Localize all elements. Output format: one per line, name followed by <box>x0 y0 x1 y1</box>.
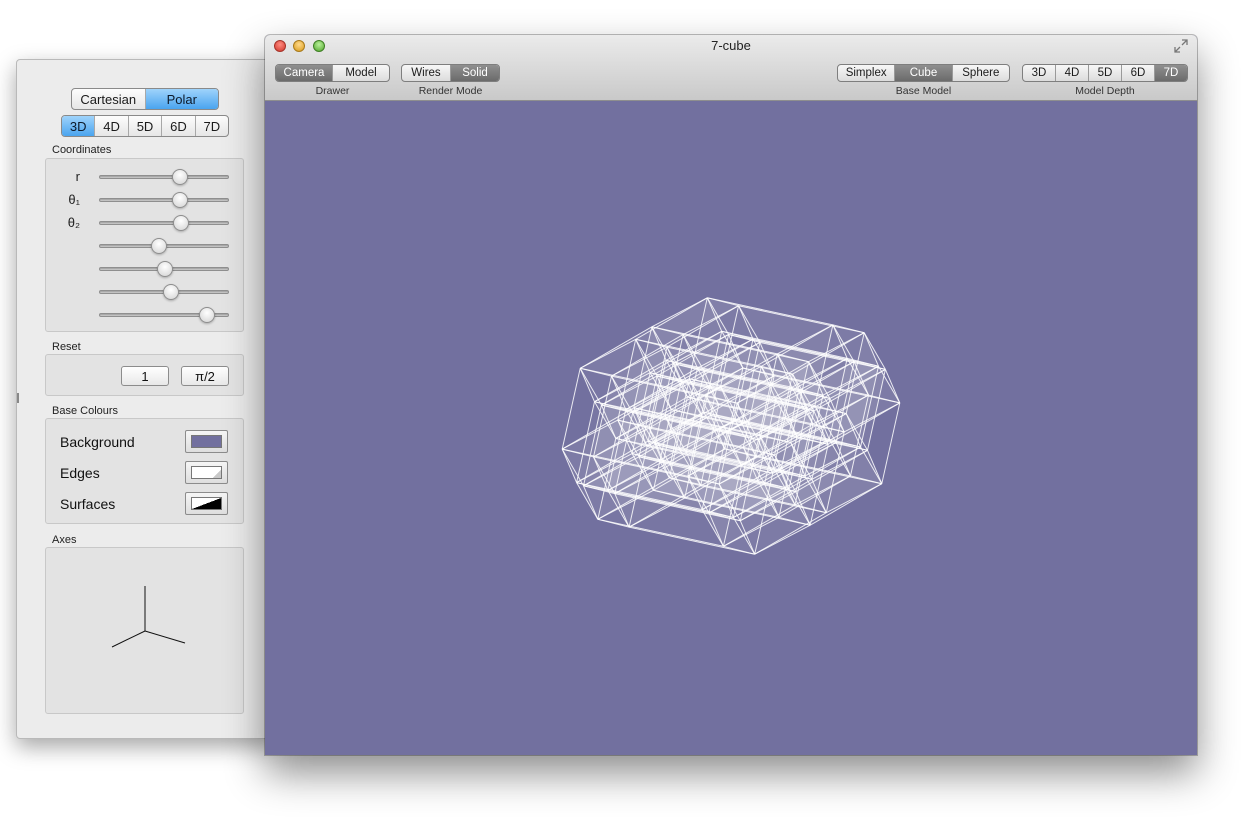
segment-cartesian[interactable]: Cartesian <box>72 89 145 109</box>
reset-one-button[interactable]: 1 <box>121 366 169 386</box>
reset-heading: Reset <box>52 341 81 353</box>
coordinate-slider-row <box>46 283 243 301</box>
segment-polar[interactable]: Polar <box>144 89 218 109</box>
coordinates-box: r θ₁ θ₂ <box>45 158 244 332</box>
window-title: 7-cube <box>711 38 751 53</box>
coordinate-slider-row: θ₂ <box>46 214 243 232</box>
edges-colour-well[interactable] <box>185 461 228 484</box>
surface-faces <box>562 297 900 555</box>
base-model-caption: Base Model <box>895 85 952 97</box>
axes-box <box>45 547 244 714</box>
slider-knob[interactable] <box>171 192 188 208</box>
segment-model[interactable]: Model <box>332 65 389 81</box>
segment-dim-5d[interactable]: 5D <box>127 116 161 136</box>
render-viewport[interactable] <box>265 101 1197 755</box>
drawer-segmented-control: Camera Model <box>275 64 390 82</box>
hypercube-render <box>561 297 901 555</box>
segment-depth-5d[interactable]: 5D <box>1088 65 1121 81</box>
slider-knob[interactable] <box>171 169 188 185</box>
hypercube-edge <box>881 402 901 484</box>
base-model-segmented-control: Simplex Cube Sphere <box>837 64 1010 82</box>
slider-knob[interactable] <box>157 261 174 277</box>
segment-dim-7d[interactable]: 7D <box>194 116 228 136</box>
edges-swatch <box>191 466 222 479</box>
main-window: 7-cube Camera Model Drawer Wires Solid R… <box>265 35 1197 755</box>
slider-label: r <box>75 169 80 184</box>
background-swatch <box>191 435 222 448</box>
reset-half-pi-button[interactable]: π/2 <box>181 366 229 386</box>
surfaces-colour-label: Surfaces <box>60 496 116 512</box>
axis-z-line <box>144 630 186 644</box>
coordinates-heading: Coordinates <box>52 144 112 156</box>
slider-label: θ₂ <box>67 215 80 230</box>
coordinate-slider-row: θ₁ <box>46 191 243 209</box>
fullscreen-icon[interactable] <box>1174 39 1188 53</box>
segment-dim-4d[interactable]: 4D <box>94 116 127 136</box>
render-mode-caption: Render Mode <box>418 85 483 97</box>
segment-camera[interactable]: Camera <box>276 65 332 81</box>
base-colours-box: Background Edges Surfaces <box>45 418 244 524</box>
coordinate-slider-row <box>46 237 243 255</box>
coordinate-slider-row <box>46 306 243 324</box>
axes-gizmo[interactable] <box>46 548 243 713</box>
segment-sphere[interactable]: Sphere <box>951 65 1009 81</box>
segment-depth-6d[interactable]: 6D <box>1121 65 1154 81</box>
segment-depth-4d[interactable]: 4D <box>1055 65 1088 81</box>
slider-knob[interactable] <box>199 307 216 323</box>
render-mode-segmented-control: Wires Solid <box>401 64 500 82</box>
drawer-resize-grip[interactable] <box>17 393 19 403</box>
base-colours-heading: Base Colours <box>52 405 119 417</box>
segment-solid[interactable]: Solid <box>450 65 499 81</box>
slider-track[interactable] <box>99 221 229 225</box>
title-bar: 7-cube Camera Model Drawer Wires Solid R… <box>265 35 1197 101</box>
segment-simplex[interactable]: Simplex <box>838 65 894 81</box>
segment-wires[interactable]: Wires <box>402 65 450 81</box>
model-depth-caption: Model Depth <box>1075 85 1135 97</box>
segment-dim-6d[interactable]: 6D <box>161 116 194 136</box>
coordinate-mode-selector: Cartesian Polar <box>71 88 219 110</box>
slider-label: θ₁ <box>68 192 80 207</box>
coordinate-slider-row: r <box>46 168 243 186</box>
drawer-caption: Drawer <box>315 85 350 97</box>
segment-depth-3d[interactable]: 3D <box>1023 65 1055 81</box>
background-colour-label: Background <box>60 434 135 450</box>
axis-x-line <box>111 630 146 648</box>
model-depth-segmented-control: 3D 4D 5D 6D 7D <box>1022 64 1188 82</box>
slider-knob[interactable] <box>173 215 190 231</box>
slider-knob[interactable] <box>162 284 179 300</box>
axes-heading: Axes <box>52 534 77 546</box>
hypercube-edge <box>561 368 581 450</box>
segment-dim-3d[interactable]: 3D <box>62 116 95 136</box>
dimension-selector: 3D 4D 5D 6D 7D <box>61 115 229 137</box>
segment-cube[interactable]: Cube <box>894 65 952 81</box>
background-colour-well[interactable] <box>185 430 228 453</box>
surfaces-swatch <box>191 497 222 510</box>
surfaces-colour-well[interactable] <box>185 492 228 515</box>
edges-colour-label: Edges <box>60 465 100 481</box>
segment-depth-7d[interactable]: 7D <box>1154 65 1187 81</box>
reset-box: 1 π/2 <box>45 354 244 396</box>
slider-track[interactable] <box>99 198 229 202</box>
coordinate-slider-row <box>46 260 243 278</box>
slider-knob[interactable] <box>151 238 168 254</box>
drawer-panel: Cartesian Polar 3D 4D 5D 6D 7D Coordinat… <box>16 59 274 739</box>
slider-track[interactable] <box>99 175 229 179</box>
